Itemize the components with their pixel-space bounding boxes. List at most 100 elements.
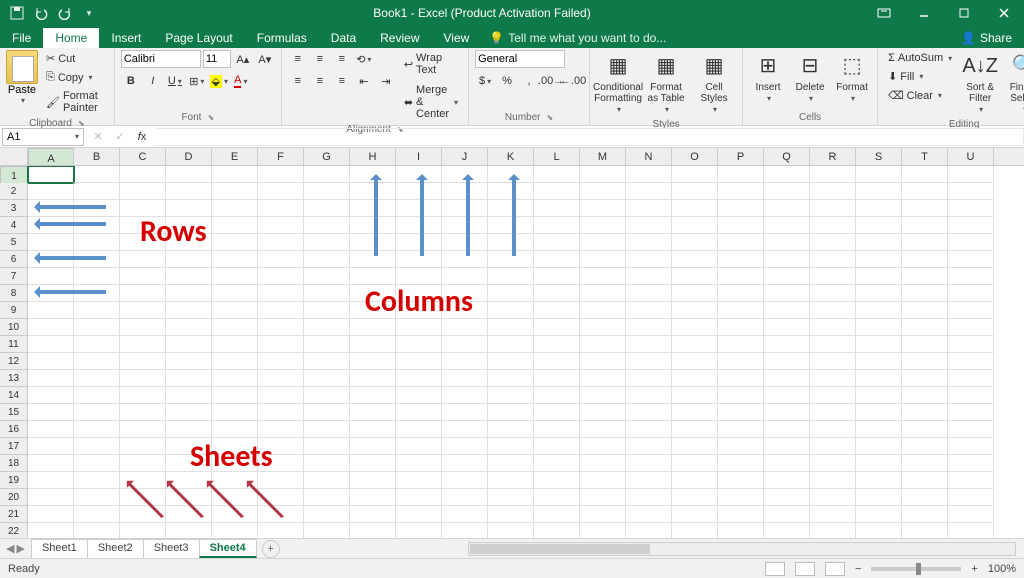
cell[interactable] bbox=[212, 370, 258, 387]
cell[interactable] bbox=[856, 523, 902, 538]
cell[interactable] bbox=[166, 166, 212, 183]
cell[interactable] bbox=[396, 506, 442, 523]
cell[interactable] bbox=[442, 336, 488, 353]
cell[interactable] bbox=[764, 268, 810, 285]
cell[interactable] bbox=[304, 217, 350, 234]
cell[interactable] bbox=[672, 472, 718, 489]
row-header[interactable]: 21 bbox=[0, 506, 28, 523]
cell[interactable] bbox=[948, 285, 994, 302]
cell[interactable] bbox=[488, 234, 534, 251]
cell[interactable] bbox=[764, 183, 810, 200]
find-select-button[interactable]: 🔍Find & Select▾ bbox=[1004, 50, 1024, 117]
cell[interactable] bbox=[74, 489, 120, 506]
font-color-button[interactable]: A▾ bbox=[231, 72, 251, 90]
cell[interactable] bbox=[856, 370, 902, 387]
cell[interactable] bbox=[948, 455, 994, 472]
cell[interactable] bbox=[120, 404, 166, 421]
add-sheet-button[interactable]: + bbox=[262, 540, 280, 558]
cell[interactable] bbox=[166, 370, 212, 387]
cell[interactable] bbox=[810, 234, 856, 251]
cell[interactable] bbox=[212, 285, 258, 302]
cell[interactable] bbox=[304, 421, 350, 438]
cut-button[interactable]: ✂Cut bbox=[42, 50, 108, 67]
cell[interactable] bbox=[764, 523, 810, 538]
cell[interactable] bbox=[672, 404, 718, 421]
cell[interactable] bbox=[626, 268, 672, 285]
column-header[interactable]: U bbox=[948, 148, 994, 165]
cell[interactable] bbox=[350, 455, 396, 472]
cell[interactable] bbox=[856, 200, 902, 217]
cell[interactable] bbox=[626, 489, 672, 506]
tab-file[interactable]: File bbox=[0, 28, 43, 48]
tell-me-search[interactable]: 💡Tell me what you want to do... bbox=[481, 28, 674, 48]
column-header[interactable]: T bbox=[902, 148, 948, 165]
cell[interactable] bbox=[120, 200, 166, 217]
cell[interactable] bbox=[488, 166, 534, 183]
cell[interactable] bbox=[810, 200, 856, 217]
cell[interactable] bbox=[166, 285, 212, 302]
cell[interactable] bbox=[442, 200, 488, 217]
row-header[interactable]: 20 bbox=[0, 489, 28, 506]
cell[interactable] bbox=[488, 455, 534, 472]
cell[interactable] bbox=[28, 353, 74, 370]
cell[interactable] bbox=[304, 404, 350, 421]
tab-page-layout[interactable]: Page Layout bbox=[153, 28, 244, 48]
cell[interactable] bbox=[396, 217, 442, 234]
cell[interactable] bbox=[948, 217, 994, 234]
cell[interactable] bbox=[212, 455, 258, 472]
cell[interactable] bbox=[948, 268, 994, 285]
cell[interactable] bbox=[442, 251, 488, 268]
decrease-indent-icon[interactable]: ⇤ bbox=[354, 72, 374, 90]
cell[interactable] bbox=[534, 455, 580, 472]
cell[interactable] bbox=[166, 472, 212, 489]
redo-icon[interactable] bbox=[54, 3, 76, 23]
cell[interactable] bbox=[534, 523, 580, 538]
cell-styles-button[interactable]: ▦Cell Styles▾ bbox=[692, 50, 736, 117]
cell[interactable] bbox=[120, 336, 166, 353]
cell[interactable] bbox=[442, 506, 488, 523]
cell[interactable] bbox=[718, 489, 764, 506]
cell[interactable] bbox=[948, 200, 994, 217]
cell[interactable] bbox=[626, 166, 672, 183]
cell[interactable] bbox=[120, 489, 166, 506]
cell[interactable] bbox=[28, 370, 74, 387]
cell[interactable] bbox=[28, 183, 74, 200]
cell[interactable] bbox=[120, 353, 166, 370]
cell[interactable] bbox=[764, 438, 810, 455]
cell[interactable] bbox=[28, 319, 74, 336]
cell[interactable] bbox=[488, 302, 534, 319]
dialog-launcher-icon[interactable]: ⬊ bbox=[207, 113, 214, 122]
cell[interactable] bbox=[902, 387, 948, 404]
formula-input[interactable] bbox=[156, 128, 1024, 146]
cell[interactable] bbox=[764, 285, 810, 302]
cell[interactable] bbox=[534, 387, 580, 404]
cell[interactable] bbox=[166, 268, 212, 285]
fx-icon[interactable]: fx bbox=[132, 128, 152, 146]
align-middle-icon[interactable]: ≡ bbox=[310, 50, 330, 68]
cell[interactable] bbox=[350, 523, 396, 538]
row-header[interactable]: 3 bbox=[0, 200, 28, 217]
increase-font-icon[interactable]: A▴ bbox=[233, 50, 253, 68]
cell[interactable] bbox=[350, 336, 396, 353]
cell[interactable] bbox=[304, 387, 350, 404]
cell[interactable] bbox=[212, 251, 258, 268]
cell[interactable] bbox=[120, 234, 166, 251]
cell[interactable] bbox=[304, 302, 350, 319]
cell[interactable] bbox=[304, 285, 350, 302]
cell[interactable] bbox=[166, 489, 212, 506]
cell[interactable] bbox=[580, 319, 626, 336]
cell[interactable] bbox=[672, 217, 718, 234]
cell[interactable] bbox=[212, 234, 258, 251]
cell[interactable] bbox=[810, 268, 856, 285]
cell[interactable] bbox=[718, 387, 764, 404]
cell[interactable] bbox=[534, 370, 580, 387]
cell[interactable] bbox=[626, 183, 672, 200]
cell[interactable] bbox=[810, 387, 856, 404]
cell[interactable] bbox=[350, 319, 396, 336]
cell[interactable] bbox=[488, 404, 534, 421]
cell[interactable] bbox=[166, 183, 212, 200]
cell[interactable] bbox=[350, 370, 396, 387]
cell[interactable] bbox=[902, 506, 948, 523]
cell[interactable] bbox=[442, 404, 488, 421]
cell[interactable] bbox=[810, 166, 856, 183]
